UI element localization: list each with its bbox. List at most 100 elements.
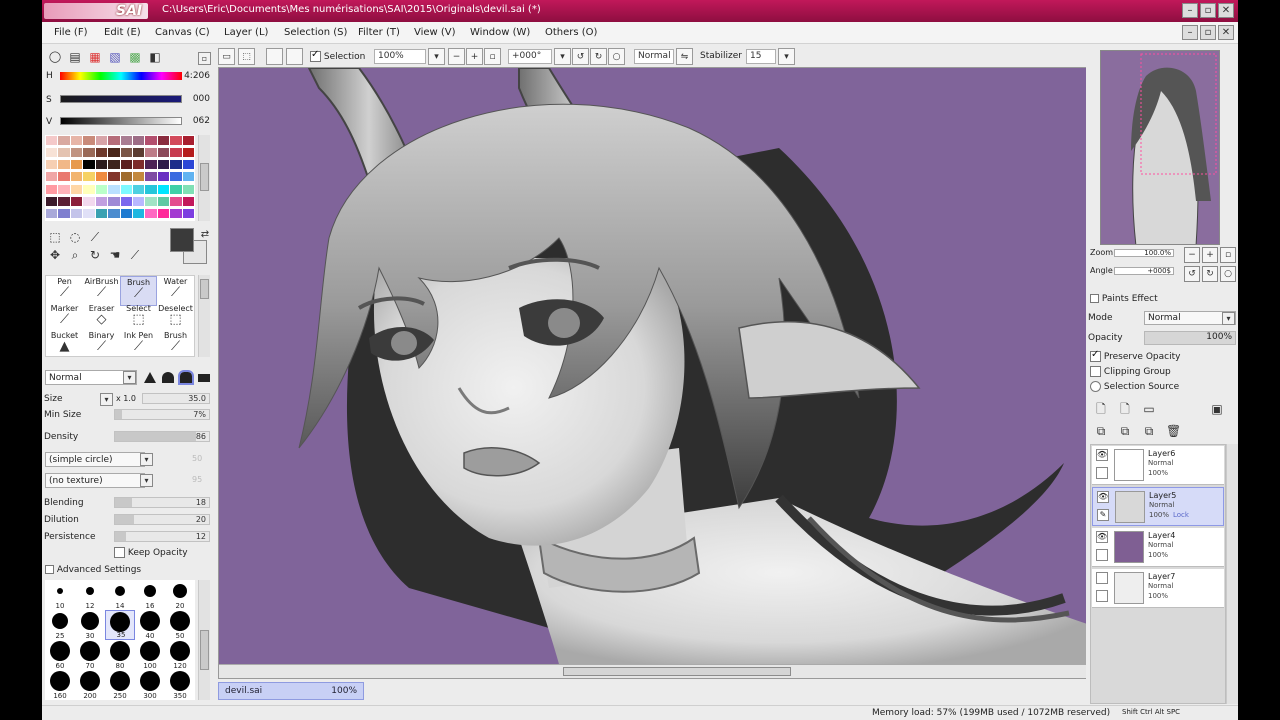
color-swatch[interactable] [132, 172, 145, 182]
stabilizer-dropdown-icon[interactable]: ▾ [778, 48, 795, 65]
selection-source-toggle[interactable]: Selection Source [1090, 381, 1179, 392]
layer-row-layer7[interactable]: Layer7 Normal 100% [1092, 569, 1224, 608]
layer-list-scrollbar[interactable] [1226, 444, 1238, 704]
color-swatch[interactable] [95, 160, 108, 170]
blending-slider[interactable]: 18 [114, 497, 210, 508]
zoom-icon[interactable]: ⌕ [68, 248, 82, 262]
brush-size-preset[interactable]: 16 [135, 580, 165, 610]
navigator-preview[interactable] [1100, 50, 1220, 245]
brush-tool-deselect[interactable]: Deselect ⬚ [157, 303, 194, 333]
color-swatch[interactable] [145, 208, 157, 218]
brush-tool-select[interactable]: Select ⬚ [120, 303, 157, 333]
dilution-slider[interactable]: 20 [114, 514, 210, 525]
brush-tool-ink-pen[interactable]: Ink Pen ⟋ [120, 330, 157, 360]
color-swatch[interactable] [70, 184, 83, 194]
merge-down-icon[interactable]: ⧉ [1118, 424, 1132, 438]
menu-window[interactable]: Window (W) [470, 27, 530, 38]
color-swatch[interactable] [182, 184, 194, 194]
color-swatch[interactable] [145, 196, 157, 206]
color-swatch[interactable] [58, 184, 70, 194]
brush-size-preset[interactable]: 35 [105, 610, 135, 640]
density-slider[interactable]: 86 [114, 431, 210, 442]
color-swatch[interactable] [58, 208, 70, 218]
selection-checkbox[interactable] [310, 49, 321, 62]
color-swatch[interactable] [157, 148, 170, 158]
layer-lock-icon[interactable] [1096, 590, 1108, 602]
mixer-icon[interactable]: ▧ [108, 50, 122, 64]
swap-colors-icon[interactable]: ⇄ [198, 228, 212, 242]
copy-layer-icon[interactable]: ⧉ [1094, 424, 1108, 438]
color-swatch[interactable] [83, 136, 95, 145]
size-presets-scrollbar[interactable] [198, 580, 210, 700]
layer-lock-icon[interactable] [1096, 467, 1108, 479]
color-swatch[interactable] [170, 148, 182, 158]
size-multiplier[interactable]: x 1.0 [116, 394, 136, 403]
color-swatch[interactable] [157, 184, 170, 194]
menu-file[interactable]: File (F) [54, 27, 87, 38]
color-swatch[interactable] [132, 184, 145, 194]
stabilizer-field[interactable]: 15 [746, 49, 776, 64]
color-swatch[interactable] [58, 148, 70, 158]
deselect-icon[interactable]: ⬚ [238, 48, 255, 65]
brush-size-preset[interactable]: 30 [75, 610, 105, 640]
zoom-field[interactable]: 100% [374, 49, 426, 64]
brush-texture-dropdown-icon[interactable]: ▾ [140, 474, 153, 487]
color-swatch[interactable] [182, 172, 194, 182]
selection-source-radio[interactable] [1090, 381, 1101, 392]
color-swatch[interactable] [182, 160, 194, 170]
color-swatch[interactable] [83, 148, 95, 158]
menu-others[interactable]: Others (O) [545, 27, 597, 38]
hue-slider[interactable] [60, 72, 182, 80]
color-swatch[interactable] [170, 136, 182, 145]
brush-size-preset[interactable]: 10 [45, 580, 75, 610]
color-swatch[interactable] [58, 172, 70, 182]
tip-soft-icon[interactable] [178, 370, 194, 385]
color-swatch[interactable] [182, 148, 194, 158]
layer-row-layer5[interactable]: 👁 ✎ Layer5 Normal 100% Lock [1092, 487, 1224, 526]
color-swatch[interactable] [132, 196, 145, 206]
brush-size-preset[interactable]: 50 [165, 610, 195, 640]
document-tab[interactable]: devil.sai 100% [218, 682, 364, 700]
brush-size-preset[interactable]: 60 [45, 640, 75, 670]
close-icon[interactable]: ✕ [1218, 3, 1234, 18]
nav-rotate-reset-icon[interactable]: ○ [1220, 266, 1236, 282]
swatches-scroll-thumb[interactable] [200, 163, 209, 191]
color-swatch[interactable] [157, 172, 170, 182]
layer-lock-icon[interactable]: ✎ [1097, 509, 1109, 521]
brush-size-preset[interactable]: 300 [135, 670, 165, 700]
color-swatch[interactable] [132, 208, 145, 218]
brush-size-preset[interactable]: 12 [75, 580, 105, 610]
color-swatch[interactable] [182, 136, 194, 145]
color-swatch[interactable] [120, 196, 132, 206]
flip-icon[interactable]: ⇋ [676, 48, 693, 65]
color-swatch[interactable] [120, 184, 132, 194]
color-swatch[interactable] [46, 208, 58, 218]
color-swatch[interactable] [108, 148, 120, 158]
color-swatch[interactable] [170, 196, 182, 206]
color-swatch[interactable] [120, 160, 132, 170]
brush-tool-brush[interactable]: Brush ⟋ [157, 330, 194, 360]
color-swatch[interactable] [120, 208, 132, 218]
rotate-icon[interactable]: ↻ [88, 248, 102, 262]
color-swatch[interactable] [145, 172, 157, 182]
color-swatch[interactable] [157, 196, 170, 206]
color-swatch[interactable] [95, 184, 108, 194]
color-swatch[interactable] [95, 208, 108, 218]
min-size-slider[interactable]: 7% [114, 409, 210, 420]
color-swatches[interactable] [45, 135, 195, 221]
color-swatch[interactable] [157, 208, 170, 218]
move-icon[interactable]: ✥ [48, 248, 62, 262]
color-swatch[interactable] [95, 136, 108, 145]
layer-row-layer6[interactable]: 👁 Layer6 Normal 100% [1092, 446, 1224, 485]
color-swatch[interactable] [83, 208, 95, 218]
angle-field[interactable]: +000° [508, 49, 552, 64]
color-swatch[interactable] [46, 160, 58, 170]
color-swatch[interactable] [70, 208, 83, 218]
color-swatch[interactable] [70, 136, 83, 145]
color-swatch[interactable] [182, 196, 194, 206]
rotate-left-icon[interactable]: ↺ [572, 48, 589, 65]
layer-mode-dropdown-icon[interactable]: ▾ [1222, 312, 1235, 325]
brush-size-preset[interactable]: 250 [105, 670, 135, 700]
color-swatch[interactable] [145, 184, 157, 194]
color-swatch[interactable] [170, 208, 182, 218]
